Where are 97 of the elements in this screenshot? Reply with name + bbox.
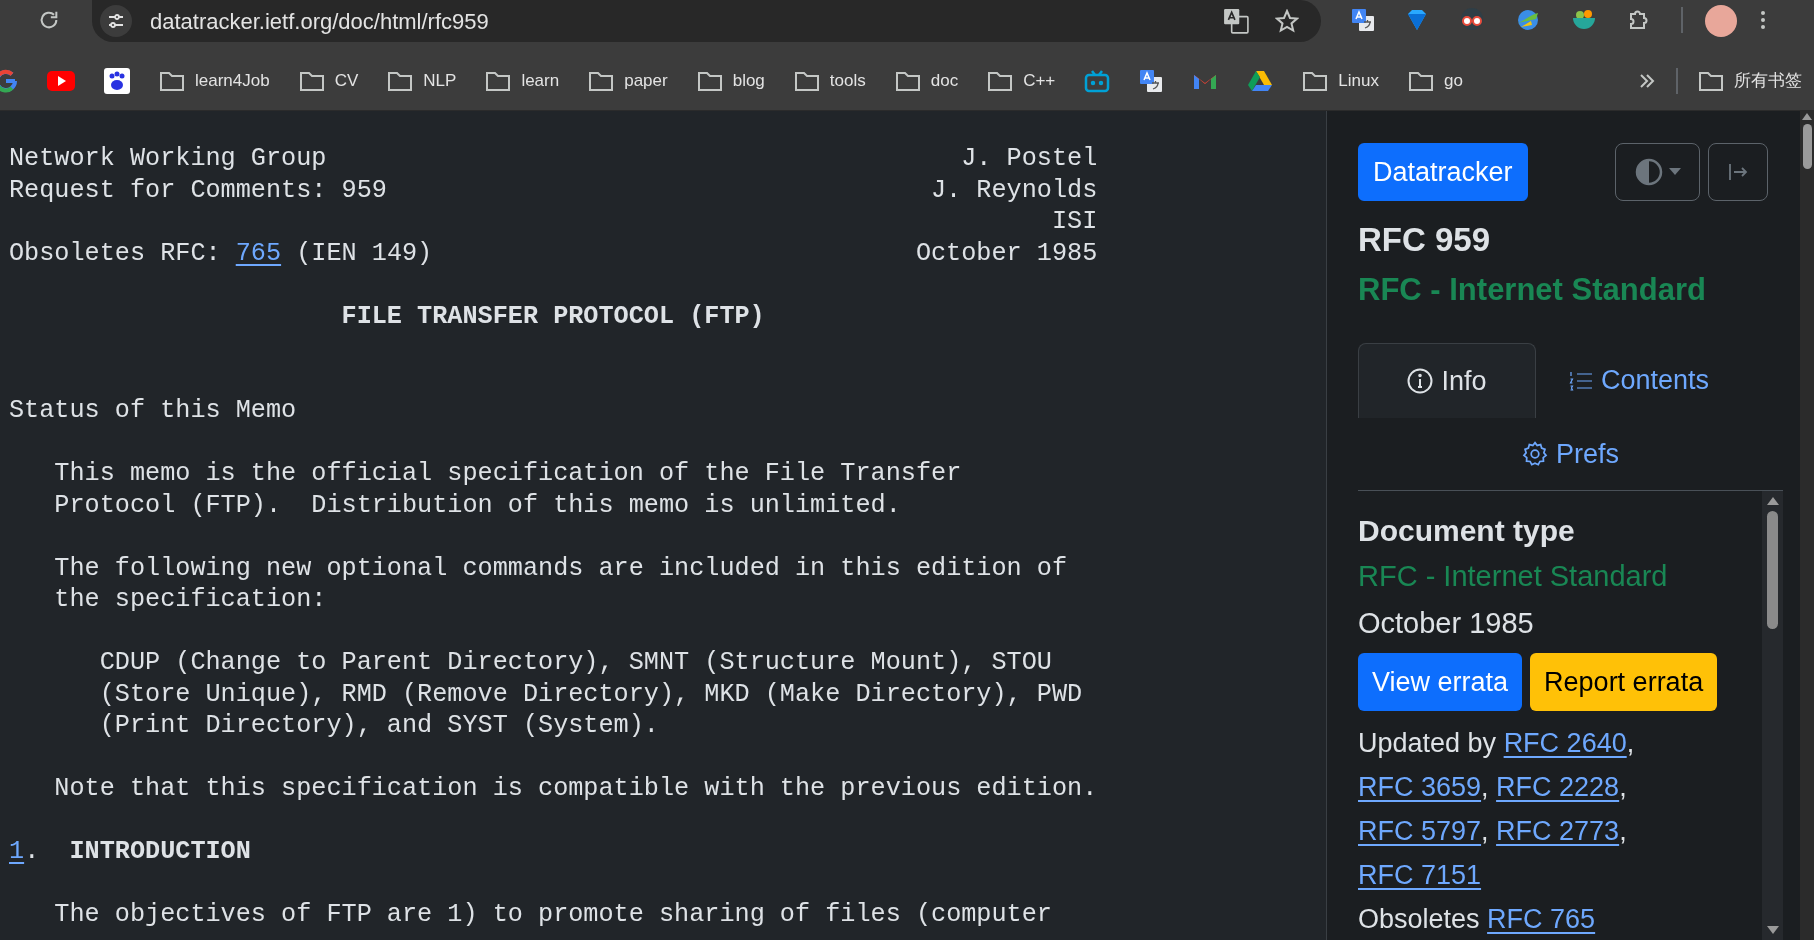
folder-icon xyxy=(485,70,512,92)
folder-icon xyxy=(894,70,921,92)
obsoletes-text: Obsoletes RFC 765 xyxy=(1358,903,1597,936)
paragraph: CDUP (Change to Parent Directory), SMNT (Structure Mount), STOU (Store Unique), RMD (Remove Directory), MKD (Make Directory), PWD (Print Directory), and SYST (System). xyxy=(98,647,1084,742)
scroll-thumb[interactable] xyxy=(1767,511,1778,629)
updated-by-text: Updated by RFC 2640, RFC 3659, RFC 2228, RFC 5797, RFC 2773, RFC 7151 xyxy=(1358,727,1636,892)
star-icon[interactable] xyxy=(1275,9,1299,33)
numbered-list-icon xyxy=(1568,369,1593,392)
paragraph: The following new optional commands are included in this edition of the specification: xyxy=(53,552,1069,616)
bookmark-folder[interactable]: CV xyxy=(296,68,361,94)
folder-icon xyxy=(696,70,723,92)
translate-icon[interactable] xyxy=(1223,8,1249,34)
bookmark-folder[interactable]: paper xyxy=(586,68,670,94)
translate-icon[interactable] xyxy=(1351,8,1375,32)
bookmark-folder[interactable]: learn4Job xyxy=(157,68,272,94)
header-text: ISI xyxy=(1051,206,1098,238)
document-date: October 1985 xyxy=(1358,606,1535,641)
paragraph: Note that this specification is compatible with the previous edition. xyxy=(53,773,1098,805)
paragraph: This memo is the official specification of the File Transfer Protocol (FTP). Distribution of this memo is unlimited. xyxy=(53,458,963,521)
folder-icon xyxy=(1407,70,1434,92)
profile-avatar[interactable] xyxy=(1705,5,1737,37)
bookmark-folder[interactable]: learn xyxy=(483,68,562,94)
rfc-number: RFC 959 xyxy=(1358,220,1492,260)
caret-icon xyxy=(1668,168,1681,176)
translate-icon[interactable] xyxy=(1139,69,1164,93)
bookmark-folder[interactable]: blog xyxy=(694,68,767,94)
rfc-link[interactable]: RFC 5797 xyxy=(1358,816,1482,846)
datatracker-button[interactable]: Datatracker xyxy=(1358,143,1528,201)
header-text: J. Reynolds xyxy=(931,174,1098,206)
menu-icon[interactable] xyxy=(1759,9,1767,31)
bookmark-folder[interactable]: doc xyxy=(892,68,961,94)
rfc-link[interactable]: 765 xyxy=(235,237,282,269)
header-text: J. Postel xyxy=(961,143,1098,175)
errata-button[interactable]: Report errata xyxy=(1530,653,1718,711)
page-scrollbar[interactable] xyxy=(1800,111,1814,940)
document-title: FILE TRANSFER PROTOCOL (FTP) xyxy=(340,300,766,332)
scroll-up-icon[interactable] xyxy=(1766,497,1779,505)
header-text: Network Working Group xyxy=(9,143,327,175)
folder-icon xyxy=(298,70,325,92)
section-heading: Status of this Memo xyxy=(9,395,298,427)
colored-ring-icon[interactable] xyxy=(0,69,18,93)
panel-tab[interactable]: Contents xyxy=(1550,343,1728,418)
theme-dropdown-button[interactable] xyxy=(1615,143,1700,201)
header-text: (IEN 149) xyxy=(296,237,433,269)
diamond-icon[interactable] xyxy=(1405,8,1429,32)
rfc-link[interactable]: RFC 7151 xyxy=(1358,860,1482,890)
goggles-icon[interactable] xyxy=(1459,7,1485,33)
sidebar-toggle-button[interactable] xyxy=(1708,143,1768,201)
bookmark-folder[interactable]: C++ xyxy=(985,68,1058,94)
arrow-from-line-icon xyxy=(1727,161,1749,183)
folder-icon xyxy=(1698,70,1724,92)
site-settings-button[interactable] xyxy=(100,5,132,37)
play-icon[interactable] xyxy=(47,71,75,91)
section-number-link[interactable]: 1 xyxy=(9,836,25,868)
folder-icon xyxy=(387,70,414,92)
document-type: RFC - Internet Standard xyxy=(1358,559,1669,594)
info-icon xyxy=(1407,368,1434,394)
half-circle-icon xyxy=(1634,158,1663,186)
header-text: Request for Comments: 959 xyxy=(9,174,387,206)
errata-button[interactable]: View errata xyxy=(1358,653,1523,711)
gear-icon xyxy=(1522,441,1548,467)
scroll-down-icon[interactable] xyxy=(1766,926,1779,934)
header-text: Obsoletes RFC: xyxy=(9,237,221,269)
sliders-icon xyxy=(107,12,125,30)
header-text: October 1985 xyxy=(915,237,1098,269)
bookmark-folder[interactable]: go xyxy=(1405,68,1465,94)
folder-icon xyxy=(987,70,1014,92)
rfc-link[interactable]: RFC 2228 xyxy=(1496,772,1620,802)
folder-icon xyxy=(588,70,615,92)
reload-icon[interactable] xyxy=(38,9,60,31)
rfc-link[interactable]: RFC 2640 xyxy=(1503,728,1627,758)
bookmark-folder[interactable]: NLP xyxy=(385,68,459,94)
scroll-up-icon[interactable] xyxy=(1802,113,1812,120)
scroll-thumb[interactable] xyxy=(1802,124,1812,169)
folder-icon xyxy=(793,70,820,92)
bookmark-folder[interactable]: 所有书签 xyxy=(1698,68,1802,94)
double-chevron-icon[interactable] xyxy=(1638,72,1656,90)
panel-tab[interactable]: Info xyxy=(1358,343,1536,418)
url-text: datatracker.ietf.org/doc/html/rfc959 xyxy=(150,7,489,36)
bookmark-folder[interactable]: tools xyxy=(791,68,868,94)
panel-tab[interactable]: Prefs xyxy=(1508,426,1633,482)
address-bar[interactable]: datatracker.ietf.org/doc/html/rfc959 xyxy=(92,0,1321,42)
paragraph: The objectives of FTP are 1) to promote sharing of files (computer xyxy=(53,899,1053,931)
paw-icon[interactable] xyxy=(104,68,130,94)
section-title: INTRODUCTION xyxy=(69,836,251,868)
bookmark-folder[interactable]: Linux xyxy=(1300,68,1381,94)
scrollbar[interactable] xyxy=(1762,491,1783,940)
section-number-dot: . xyxy=(24,836,40,868)
triangle-icon[interactable] xyxy=(1247,70,1274,92)
rfc-link[interactable]: RFC 765 xyxy=(1487,904,1596,934)
rfc-link[interactable]: RFC 2773 xyxy=(1496,816,1620,846)
tv-icon[interactable] xyxy=(1084,69,1111,93)
folder-icon xyxy=(159,70,185,92)
rfc-status: RFC - Internet Standard xyxy=(1358,271,1707,309)
rfc-link[interactable]: RFC 3659 xyxy=(1358,772,1482,802)
folder-icon xyxy=(1302,70,1329,92)
info-heading: Document type xyxy=(1358,513,1576,549)
